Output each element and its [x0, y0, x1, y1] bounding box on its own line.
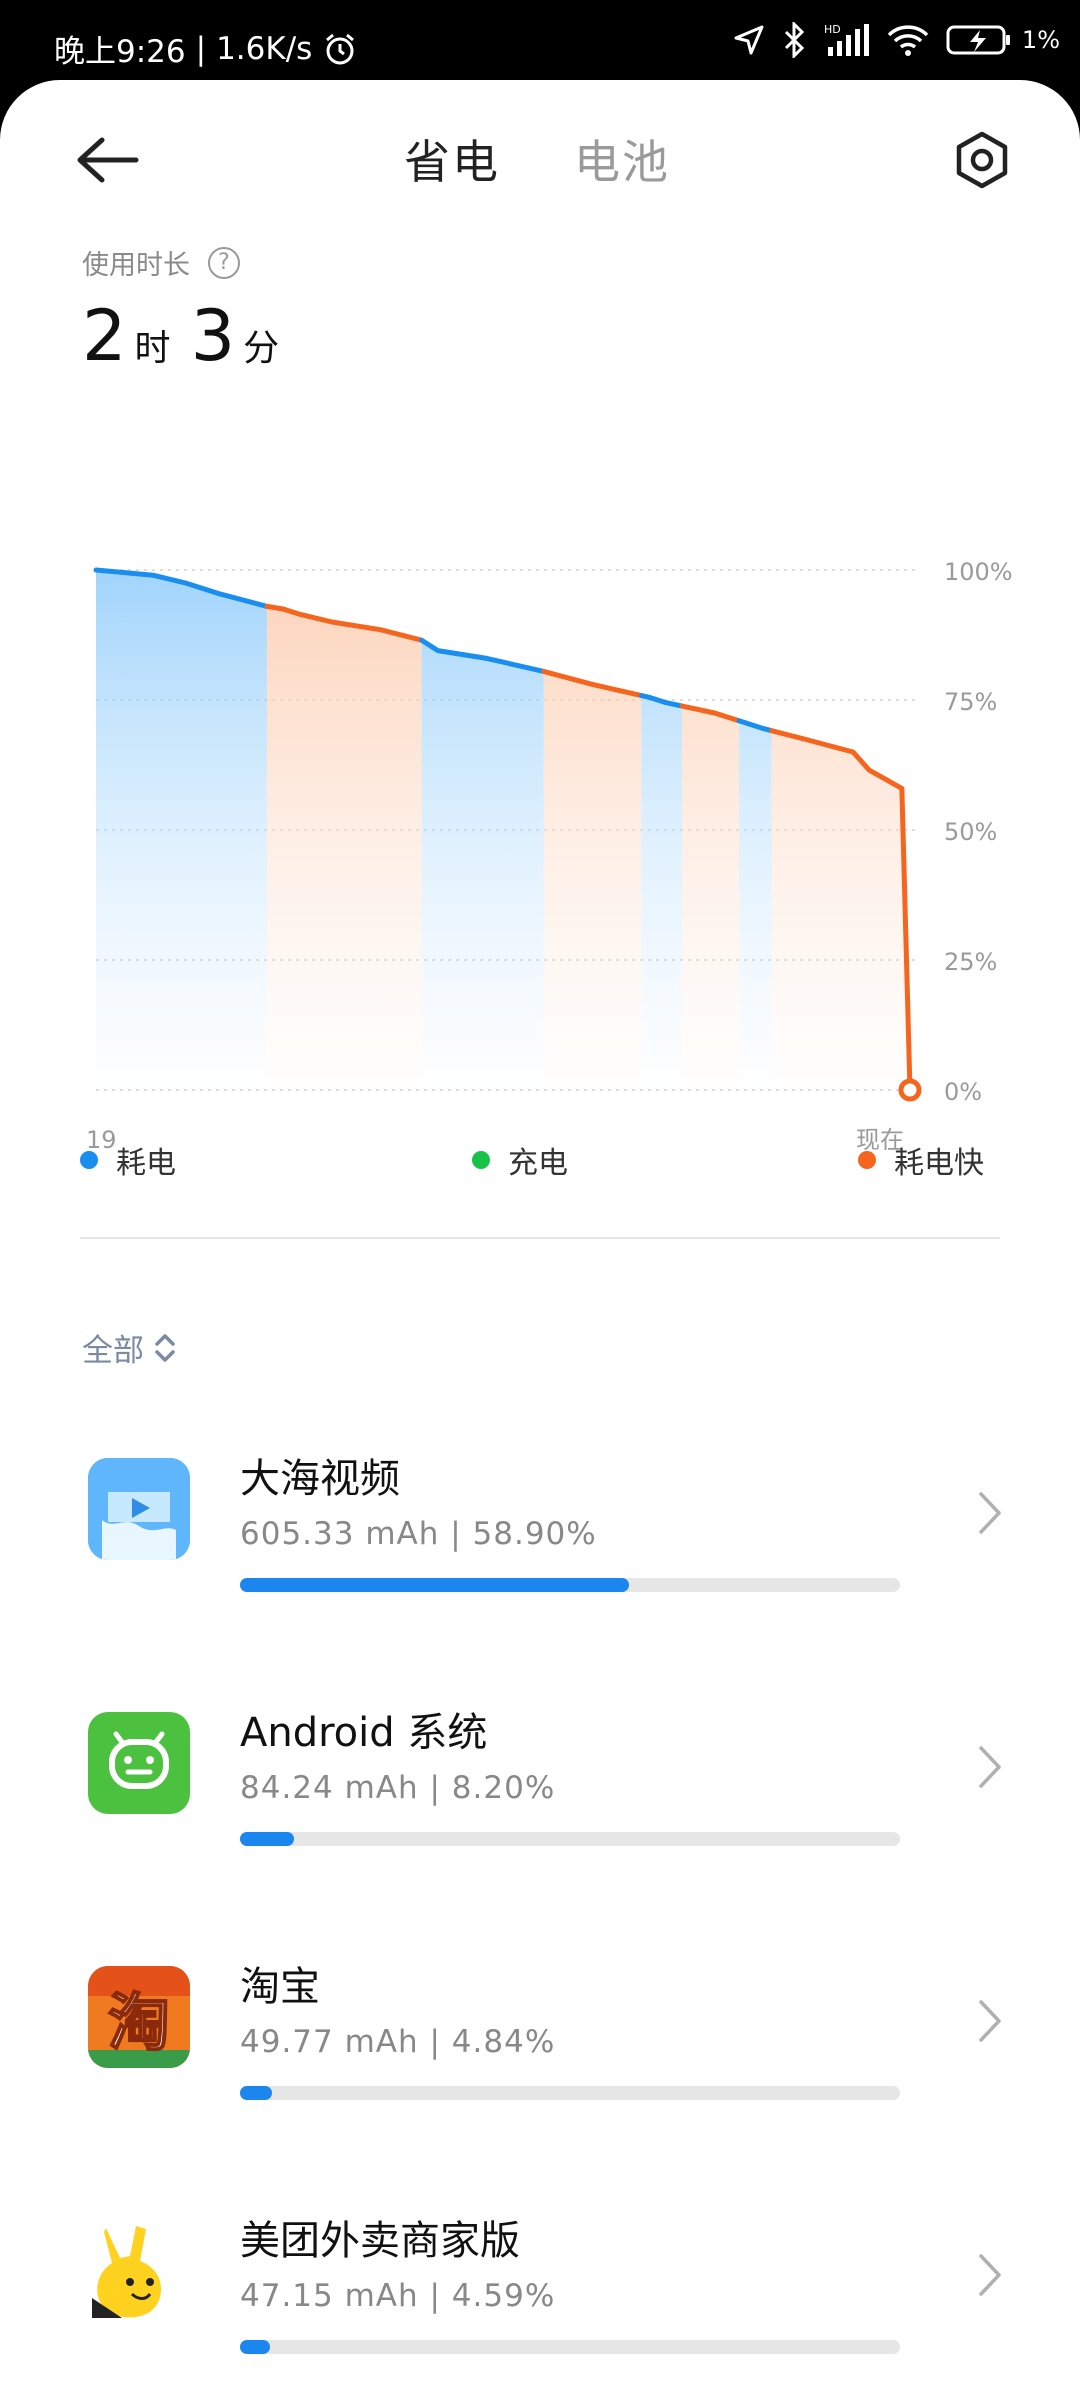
- back-arrow-icon[interactable]: [72, 132, 144, 188]
- chevron-right-icon: [979, 1746, 1001, 1788]
- chevron-right-icon: [979, 2254, 1001, 2296]
- battery-percent: 1%: [1021, 26, 1060, 54]
- legend-item-charge: 充电: [472, 1138, 568, 1182]
- usage-bar-fill: [240, 1578, 629, 1592]
- usage-duration-value: 2 时 3 分: [82, 295, 291, 377]
- chart-area-band: [421, 570, 544, 1090]
- sort-updown-icon: [155, 1333, 175, 1362]
- svg-text:淘: 淘: [108, 1986, 170, 2059]
- divider: [80, 1237, 1000, 1239]
- tab-power-saving[interactable]: 省电: [404, 126, 500, 192]
- filter-label: 全部: [82, 1333, 144, 1369]
- alarm-icon: [326, 33, 355, 64]
- list-item-app[interactable]: 淘 淘宝 49.77 mAh | 4.84%: [0, 1964, 1080, 2186]
- app-name: 美团外卖商家版: [240, 2218, 520, 2264]
- y-tick-label: 100%: [944, 558, 1013, 586]
- chart-area-band: [543, 570, 642, 1090]
- legend-dot-drain: [80, 1151, 98, 1169]
- status-right: HD 1%: [732, 22, 1060, 58]
- chevron-right-icon: [979, 1492, 1001, 1534]
- status-bar: 晚上9:26 | 1.6K/s HD 1%: [0, 0, 1080, 80]
- list-item-app[interactable]: 大海视频 605.33 mAh | 58.90%: [0, 1456, 1080, 1678]
- usage-bar-fill: [240, 2086, 272, 2100]
- app-usage-stats: 49.77 mAh | 4.84%: [240, 2024, 556, 2060]
- chart-area-band: [739, 570, 772, 1090]
- chart-area-band: [266, 570, 422, 1090]
- app-usage-stats: 84.24 mAh | 8.20%: [240, 1770, 556, 1806]
- app-name: Android 系统: [240, 1710, 488, 1756]
- legend-dot-charge: [472, 1151, 490, 1169]
- settings-gear-icon[interactable]: [952, 130, 1012, 190]
- y-tick-label: 75%: [944, 688, 997, 716]
- legend-item-fast-drain: 耗电快: [858, 1138, 984, 1182]
- usage-hours: 2: [82, 295, 127, 377]
- filter-dropdown[interactable]: 全部: [82, 1325, 176, 1370]
- taobao-icon: 淘: [88, 1966, 190, 2068]
- chart-area-band: [771, 570, 910, 1090]
- header: 省电 电池: [0, 80, 1080, 240]
- y-tick-label: 50%: [944, 818, 997, 846]
- tab-bar: 省电 电池: [404, 126, 670, 192]
- app-usage-stats: 605.33 mAh | 58.90%: [240, 1516, 597, 1552]
- chart-legend: 耗电 充电 耗电快: [0, 1138, 1080, 1188]
- chart-area-band: [641, 570, 683, 1090]
- current-level-marker: [898, 1078, 922, 1102]
- app-name: 大海视频: [240, 1456, 400, 1502]
- battery-level-chart: 100%75%50%25%0%19 现在: [86, 558, 1013, 1154]
- status-left: 晚上9:26 | 1.6K/s: [54, 26, 358, 71]
- usage-bar-fill: [240, 1832, 295, 1846]
- usage-bar-track: [240, 1832, 900, 1846]
- legend-item-drain: 耗电: [80, 1138, 176, 1182]
- usage-minutes: 3: [190, 295, 236, 377]
- chevron-right-icon: [979, 2000, 1001, 2042]
- battery-page: 省电 电池 使用时长 ? 2 时 3 分 100% 75% 50% 25% 0%…: [0, 80, 1080, 2400]
- y-tick-label: 0%: [944, 1078, 982, 1106]
- battery-charging-icon: [946, 25, 1010, 55]
- usage-bar-track: [240, 1578, 900, 1592]
- legend-dot-fast-drain: [858, 1151, 876, 1169]
- chart-area-band: [96, 570, 267, 1090]
- usage-duration-label: 使用时长 ?: [82, 243, 240, 282]
- video-app-icon: [88, 1458, 190, 1560]
- list-item-app[interactable]: Android 系统 84.24 mAh | 8.20%: [0, 1710, 1080, 1932]
- list-item-app[interactable]: 美团外卖商家版 47.15 mAh | 4.59%: [0, 2218, 1080, 2400]
- help-icon[interactable]: ?: [208, 246, 240, 279]
- network-speed: 1.6K/s: [216, 30, 313, 67]
- clock: 晚上9:26: [54, 34, 186, 70]
- wifi-icon: [887, 25, 929, 56]
- signal-icon: HD: [824, 23, 869, 56]
- app-name: 淘宝: [240, 1964, 320, 2010]
- location-icon: [734, 25, 764, 55]
- android-icon: [88, 1712, 190, 1814]
- tab-battery[interactable]: 电池: [574, 126, 670, 192]
- app-usage-stats: 47.15 mAh | 4.59%: [240, 2278, 556, 2314]
- usage-minutes-unit: 分: [243, 328, 280, 369]
- usage-bar-track: [240, 2340, 900, 2354]
- usage-bar-track: [240, 2086, 900, 2100]
- usage-bar-fill: [240, 2340, 271, 2354]
- meituan-merchant-icon: [88, 2220, 190, 2322]
- y-tick-label: 25%: [944, 948, 997, 976]
- chart-area-band: [682, 570, 740, 1090]
- bluetooth-icon: [784, 22, 805, 58]
- usage-hours-unit: 时: [134, 328, 171, 369]
- svg-text:HD: HD: [824, 23, 841, 36]
